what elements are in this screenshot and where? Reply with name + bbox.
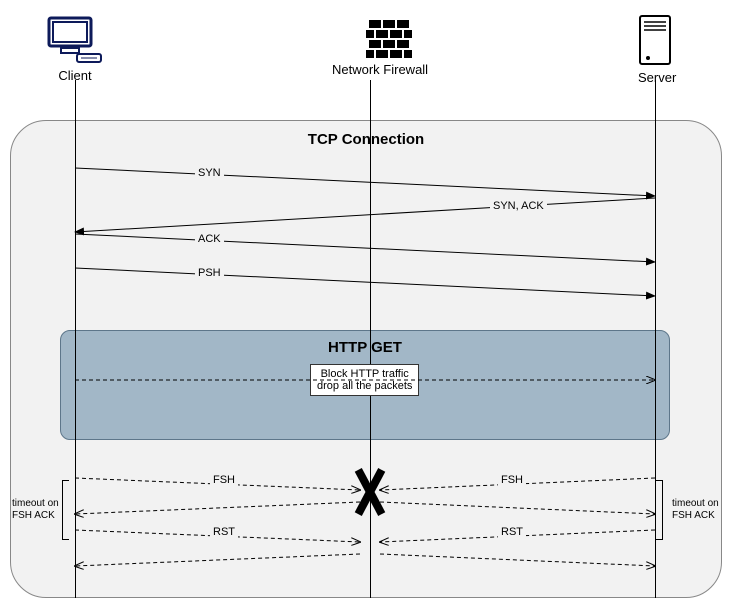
right-bracket [662,480,663,540]
server-lifeline [655,80,656,598]
server-label: Server [638,70,676,85]
right-timeout-note: timeout on FSH ACK [672,498,719,522]
msg-fsh-right: FSH [498,474,526,486]
msg-syn: SYN [195,167,224,179]
msg-psh: PSH [195,267,224,279]
msg-fsh-left: FSH [210,474,238,486]
msg-rst-left: RST [210,526,238,538]
msg-rst-right: RST [498,526,526,538]
firewall-actor: Network Firewall [350,20,428,77]
http-get-title: HTTP GET [61,339,669,356]
tcp-connection-title: TCP Connection [11,131,721,148]
server-actor: Server [638,14,676,85]
client-computer-icon [47,16,103,64]
server-icon [638,14,676,66]
firewall-label: Network Firewall [332,62,428,77]
left-bracket [62,480,63,540]
blocked-cross-icon [348,467,392,517]
firewall-icon [350,20,428,58]
left-timeout-note: timeout on FSH ACK [12,498,59,522]
client-actor: Client [47,16,103,83]
msg-synack: SYN, ACK [490,200,547,212]
block-http-note: Block HTTP traffic drop all the packets [310,364,419,396]
firewall-lifeline [370,80,371,598]
client-lifeline [75,80,76,598]
msg-ack: ACK [195,233,224,245]
